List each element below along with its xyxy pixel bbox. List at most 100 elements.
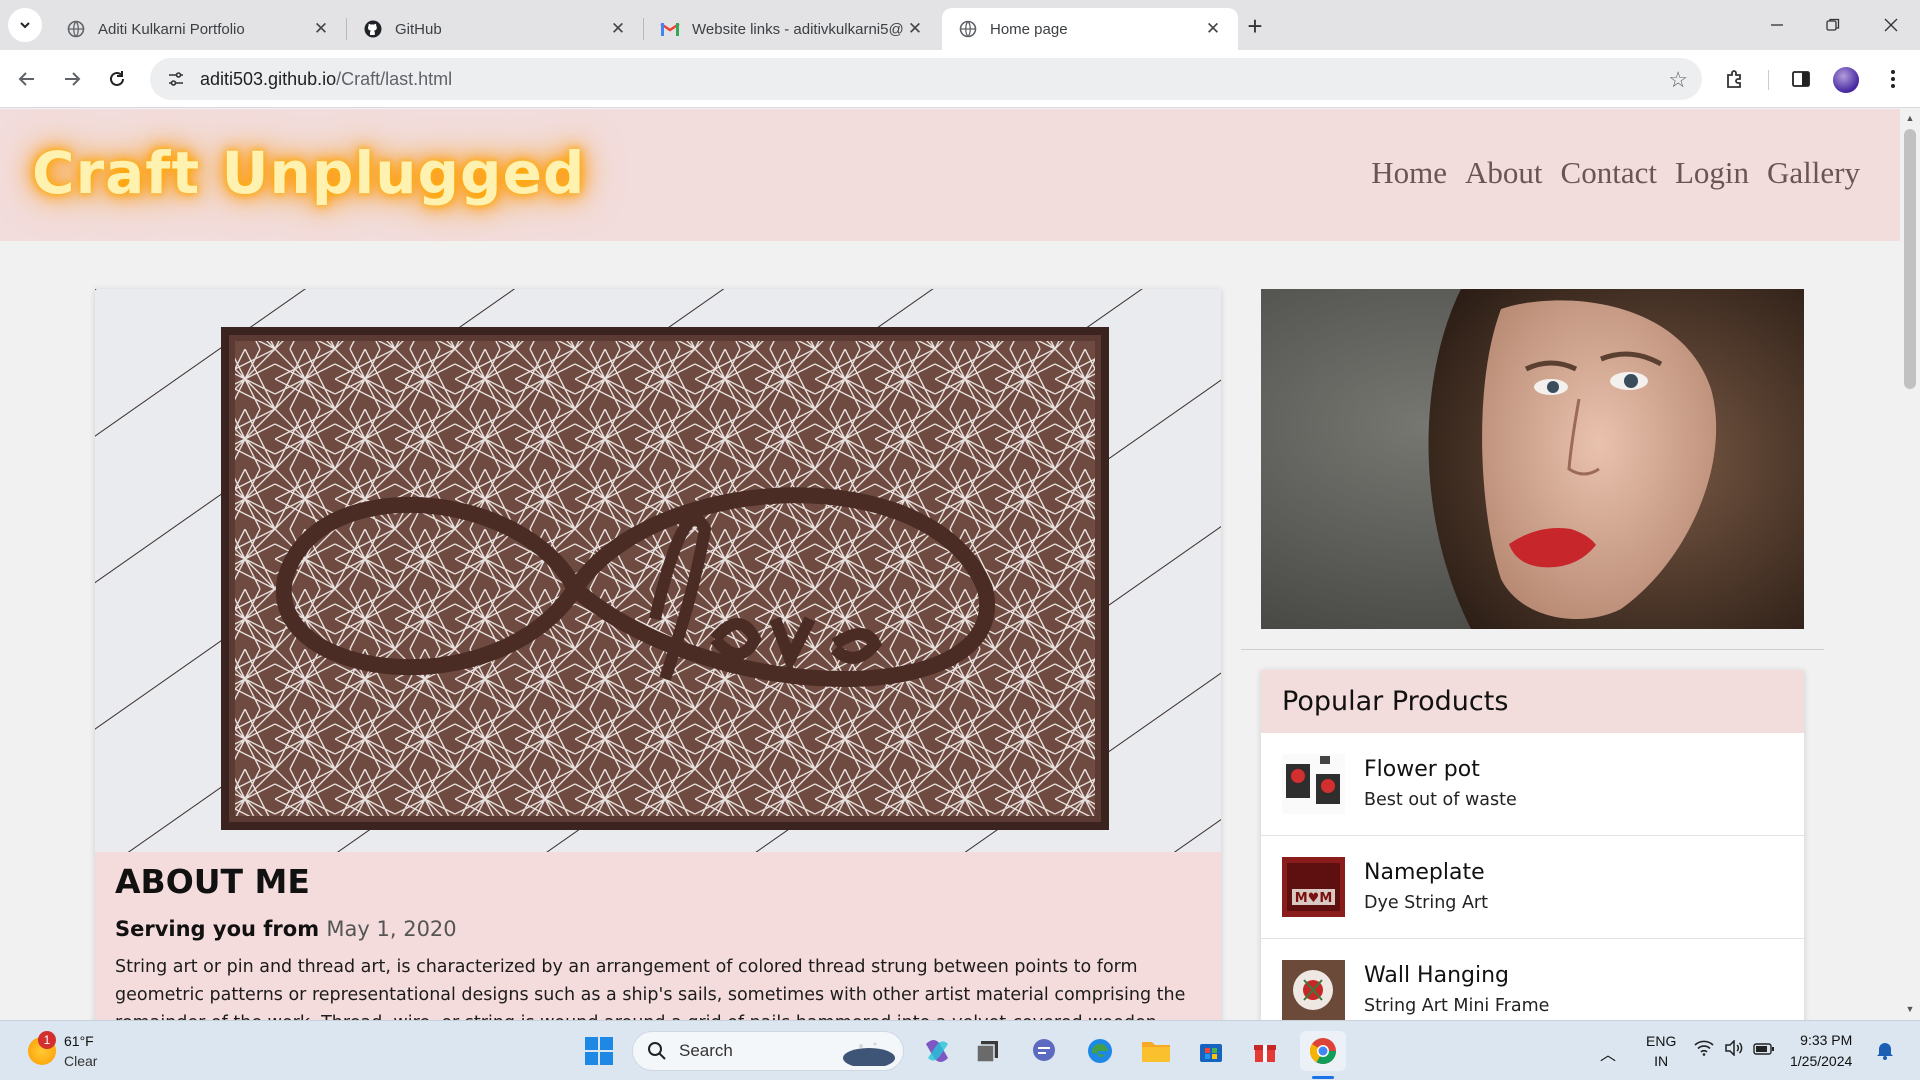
url-text[interactable]: aditi503.github.io/Craft/last.html [200,69,452,90]
notifications-bell-icon[interactable] [1876,1040,1894,1063]
minimize-icon [1771,24,1783,26]
tab-gmail[interactable]: Website links - aditivkulkarni5@ ✕ [644,8,940,50]
nav-link-login[interactable]: Login [1675,155,1749,191]
nav-link-about[interactable]: About [1465,155,1543,191]
address-bar[interactable]: aditi503.github.io/Craft/last.html ☆ [150,58,1702,100]
close-tab-icon[interactable]: ✕ [310,18,332,40]
site-info-icon[interactable] [164,67,188,91]
serving-since: Serving you from May 1, 2020 [115,917,1201,941]
scroll-down-icon[interactable]: ▼ [1904,1004,1916,1016]
clock-time: 9:33 PM [1800,1032,1853,1048]
battery-icon[interactable] [1753,1042,1775,1058]
nameplate-thumbnail: M♥M [1282,857,1345,917]
wifi-icon[interactable] [1694,1040,1714,1059]
arrow-left-icon [18,72,34,86]
side-panel-button[interactable] [1784,62,1818,96]
close-window-button[interactable] [1866,8,1916,42]
close-tab-icon[interactable]: ✕ [1202,18,1224,40]
edge-browser-icon[interactable] [1080,1031,1120,1071]
bookmark-star-icon[interactable]: ☆ [1668,67,1688,93]
globe-icon [66,19,86,39]
chrome-app-icon[interactable] [1300,1031,1346,1071]
tab-title: Website links - aditivkulkarni5@ [692,20,904,38]
weather-widget[interactable]: 1 61°F Clear [24,1029,144,1073]
lang-top: ENG [1646,1033,1677,1049]
serving-label: Serving you from [115,917,320,941]
close-tab-icon[interactable]: ✕ [904,18,926,40]
gift-app-icon[interactable] [1245,1031,1285,1071]
task-view-icon[interactable] [968,1031,1008,1071]
search-highlight-icon [843,1042,895,1066]
page-scrollbar[interactable]: ▲ ▼ [1900,109,1920,1020]
site-nav: Home About Contact Login Gallery [1371,155,1860,191]
windows-taskbar: 1 61°F Clear Search ︿ ENG IN 9:33 PM 1/25… [0,1020,1920,1080]
scroll-up-icon[interactable]: ▲ [1904,113,1916,125]
new-tab-button[interactable]: + [1240,11,1270,41]
product-name: Nameplate [1364,860,1485,885]
weather-temperature: 61°F [64,1033,94,1049]
forward-button[interactable] [55,62,89,96]
clock-date: 1/25/2024 [1790,1053,1853,1069]
back-button[interactable] [10,62,44,96]
toolbar-divider [1768,70,1769,90]
product-name: Flower pot [1364,757,1480,782]
browser-tab-strip: Aditi Kulkarni Portfolio ✕ GitHub ✕ Webs… [0,0,1920,50]
system-clock[interactable]: 9:33 PM 1/25/2024 [1790,1030,1852,1072]
reload-button[interactable] [100,62,134,96]
tab-portfolio[interactable]: Aditi Kulkarni Portfolio ✕ [50,8,346,50]
profile-avatar[interactable] [1833,67,1859,93]
show-hidden-icons[interactable]: ︿ [1600,1041,1616,1065]
scrollbar-thumb[interactable] [1904,129,1916,389]
minimize-button[interactable] [1752,8,1802,42]
product-item[interactable]: M♥M Nameplate Dye String Art [1261,836,1804,939]
gmail-icon [660,19,680,39]
active-app-indicator [1312,1076,1334,1079]
product-item[interactable]: Flower pot Best out of waste [1261,733,1804,836]
search-icon [648,1042,666,1060]
profile-photo [1261,289,1804,629]
close-tab-icon[interactable]: ✕ [607,18,629,40]
restore-button[interactable] [1808,8,1858,42]
github-icon [363,19,383,39]
product-name: Wall Hanging [1364,963,1509,988]
string-art-hero-image [95,289,1221,852]
flower-pot-thumbnail [1282,754,1345,814]
site-logo[interactable]: Craft Unplugged [32,139,585,207]
nav-link-gallery[interactable]: Gallery [1767,155,1860,191]
taskbar-search[interactable]: Search [632,1031,904,1071]
tab-github[interactable]: GitHub ✕ [347,8,643,50]
volume-icon[interactable] [1724,1039,1744,1059]
globe-icon [958,19,978,39]
url-path: /Craft/last.html [336,68,453,89]
product-item[interactable]: Wall Hanging String Art Mini Frame [1261,939,1804,1020]
puzzle-icon [1727,70,1741,88]
input-language[interactable]: ENG IN [1646,1031,1676,1071]
more-vert-icon [1891,70,1895,88]
product-description: Best out of waste [1364,790,1517,810]
arrow-right-icon [65,72,81,86]
start-button[interactable] [579,1031,619,1071]
weather-condition: Clear [64,1053,98,1069]
side-panel-icon [1792,71,1810,87]
nav-link-contact[interactable]: Contact [1561,155,1657,191]
sidebar-divider [1241,649,1824,650]
url-host: aditi503.github.io [200,68,337,89]
copilot-app-icon[interactable] [917,1031,957,1071]
about-card-body: ABOUT ME Serving you from May 1, 2020 St… [115,862,1201,1020]
nav-link-home[interactable]: Home [1371,155,1447,191]
tab-title: Aditi Kulkarni Portfolio [98,20,245,38]
file-explorer-icon[interactable] [1136,1031,1176,1071]
tab-search-button[interactable] [8,8,42,42]
teams-chat-icon[interactable] [1024,1031,1064,1071]
product-description: String Art Mini Frame [1364,996,1550,1016]
tab-home-page[interactable]: Home page ✕ [942,8,1238,50]
search-label: Search [679,1041,733,1060]
extensions-button[interactable] [1718,62,1752,96]
notification-badge: 1 [38,1031,56,1049]
tab-title: Home page [990,20,1068,38]
reload-icon [110,71,124,86]
popular-products-panel: Popular Products Flower pot Best out of … [1261,670,1804,1020]
store-icon[interactable] [1191,1031,1231,1071]
wall-hanging-thumbnail [1282,960,1345,1020]
browser-menu-button[interactable] [1876,62,1910,96]
